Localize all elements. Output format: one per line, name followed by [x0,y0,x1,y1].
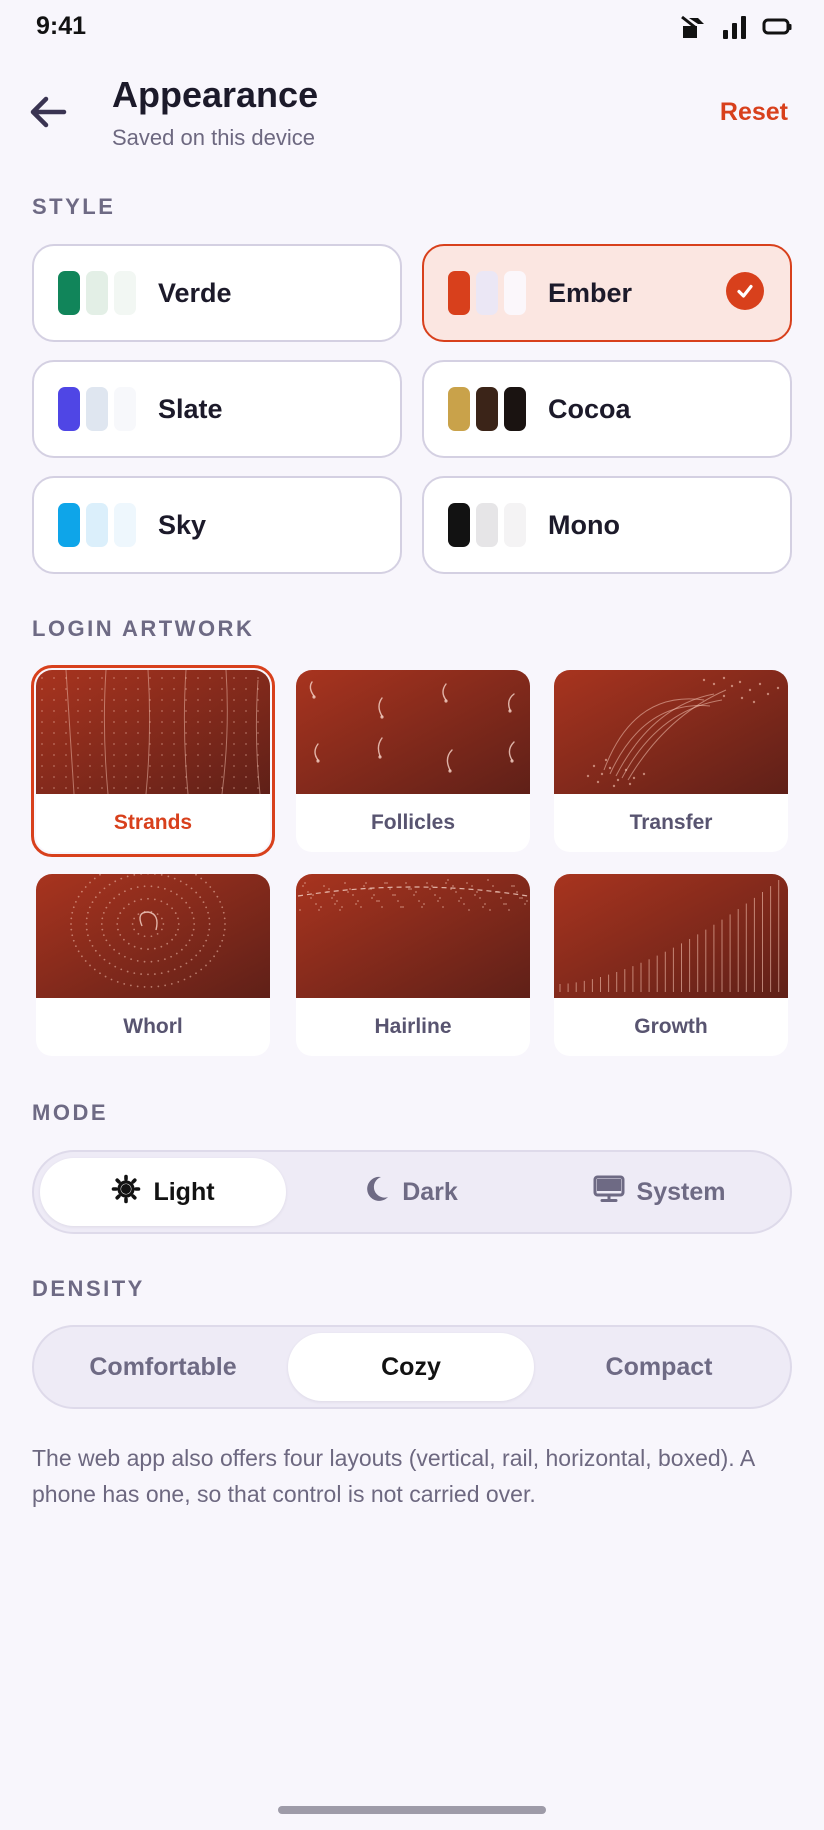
swatch-secondary [86,503,108,547]
swatch-secondary [476,271,498,315]
transfer-artwork [554,670,788,794]
style-option-label: Mono [548,509,620,540]
swatch-primary [58,503,80,547]
density-option-compact[interactable]: Compact [536,1333,782,1401]
moon-icon [364,1175,390,1210]
swatch-secondary [476,503,498,547]
status-bar: 9:41 [0,0,824,56]
arrow-left-icon [28,95,68,134]
swatch-secondary [86,271,108,315]
style-option-ember[interactable]: Ember [422,244,792,342]
follicles-artwork [296,670,530,794]
check-icon [726,272,764,310]
mode-option-label: Light [153,1177,215,1206]
swatch-surface [504,387,526,431]
style-option-sky[interactable]: Sky [32,476,402,574]
style-option-label: Slate [158,393,223,424]
page-subtitle: Saved on this device [112,125,316,150]
density-option-comfortable[interactable]: Comfortable [40,1333,286,1401]
swatch-surface [504,271,526,315]
style-option-mono[interactable]: Mono [422,476,792,574]
growth-artwork [554,874,788,998]
artwork-option-follicles[interactable]: Follicles [296,670,530,852]
style-option-cocoa[interactable]: Cocoa [422,360,792,458]
home-indicator[interactable] [278,1806,546,1814]
whorl-artwork [36,874,270,998]
swatch-primary [448,503,470,547]
mode-section-label: MODE [32,1100,108,1125]
swatch-secondary [476,387,498,431]
artwork-option-whorl[interactable]: Whorl [36,874,270,1056]
battery-icon [762,17,792,42]
density-option-label: Cozy [381,1352,441,1381]
swatch-group [58,503,136,547]
swatch-primary [58,387,80,431]
density-option-label: Comfortable [89,1352,237,1381]
style-option-label: Verde [158,277,232,308]
notification-icon [680,14,708,45]
swatch-primary [448,387,470,431]
mode-option-system[interactable]: System [536,1158,782,1226]
page-title: Appearance [112,74,319,115]
login-artwork-section-label: LOGIN ARTWORK [32,616,255,641]
mode-option-dark[interactable]: Dark [288,1158,534,1226]
artwork-option-label: Whorl [123,1015,183,1038]
mode-option-label: Dark [402,1177,458,1206]
back-button[interactable] [22,88,74,140]
status-time: 9:41 [36,12,87,40]
artwork-option-label: Hairline [374,1015,452,1038]
sun-icon [111,1174,141,1211]
swatch-group [448,271,526,315]
mode-option-light[interactable]: Light [40,1158,286,1226]
style-option-slate[interactable]: Slate [32,360,402,458]
mode-segmented-control: Light Dark System [32,1150,792,1234]
swatch-surface [504,503,526,547]
swatch-surface [114,503,136,547]
swatch-surface [114,387,136,431]
artwork-option-label: Follicles [370,811,456,834]
swatch-primary [448,271,470,315]
artwork-option-strands[interactable]: Strands [31,665,275,857]
style-option-label: Sky [158,509,207,540]
swatch-primary [58,271,80,315]
artwork-option-label: Growth [634,1015,708,1038]
swatch-group [448,387,526,431]
artwork-option-transfer[interactable]: Transfer [554,670,788,852]
artwork-option-label: Transfer [629,811,713,834]
swatch-surface [114,271,136,315]
layout-note: The web app also offers four layouts (ve… [32,1445,754,1507]
density-segmented-control: Comfortable Cozy Compact [32,1325,792,1409]
status-icons [680,14,792,45]
style-option-verde[interactable]: Verde [32,244,402,342]
style-option-label: Cocoa [548,393,631,424]
swatch-secondary [86,387,108,431]
monitor-icon [593,1175,625,1210]
artwork-option-label: Strands [113,811,193,834]
density-option-label: Compact [605,1352,713,1381]
swatch-group [448,503,526,547]
strands-artwork [36,670,270,794]
swatch-group [58,271,136,315]
reset-button[interactable]: Reset [720,98,788,127]
hairline-artwork [296,874,530,998]
mode-option-label: System [636,1177,726,1206]
style-option-label: Ember [548,277,633,308]
artwork-option-growth[interactable]: Growth [554,874,788,1056]
density-option-cozy[interactable]: Cozy [288,1333,534,1401]
header: Appearance Saved on this device Reset [0,70,824,160]
style-section-label: STYLE [32,194,116,219]
swatch-group [58,387,136,431]
signal-icon [722,14,748,45]
artwork-option-hairline[interactable]: Hairline [296,874,530,1056]
density-section-label: DENSITY [32,1276,145,1301]
